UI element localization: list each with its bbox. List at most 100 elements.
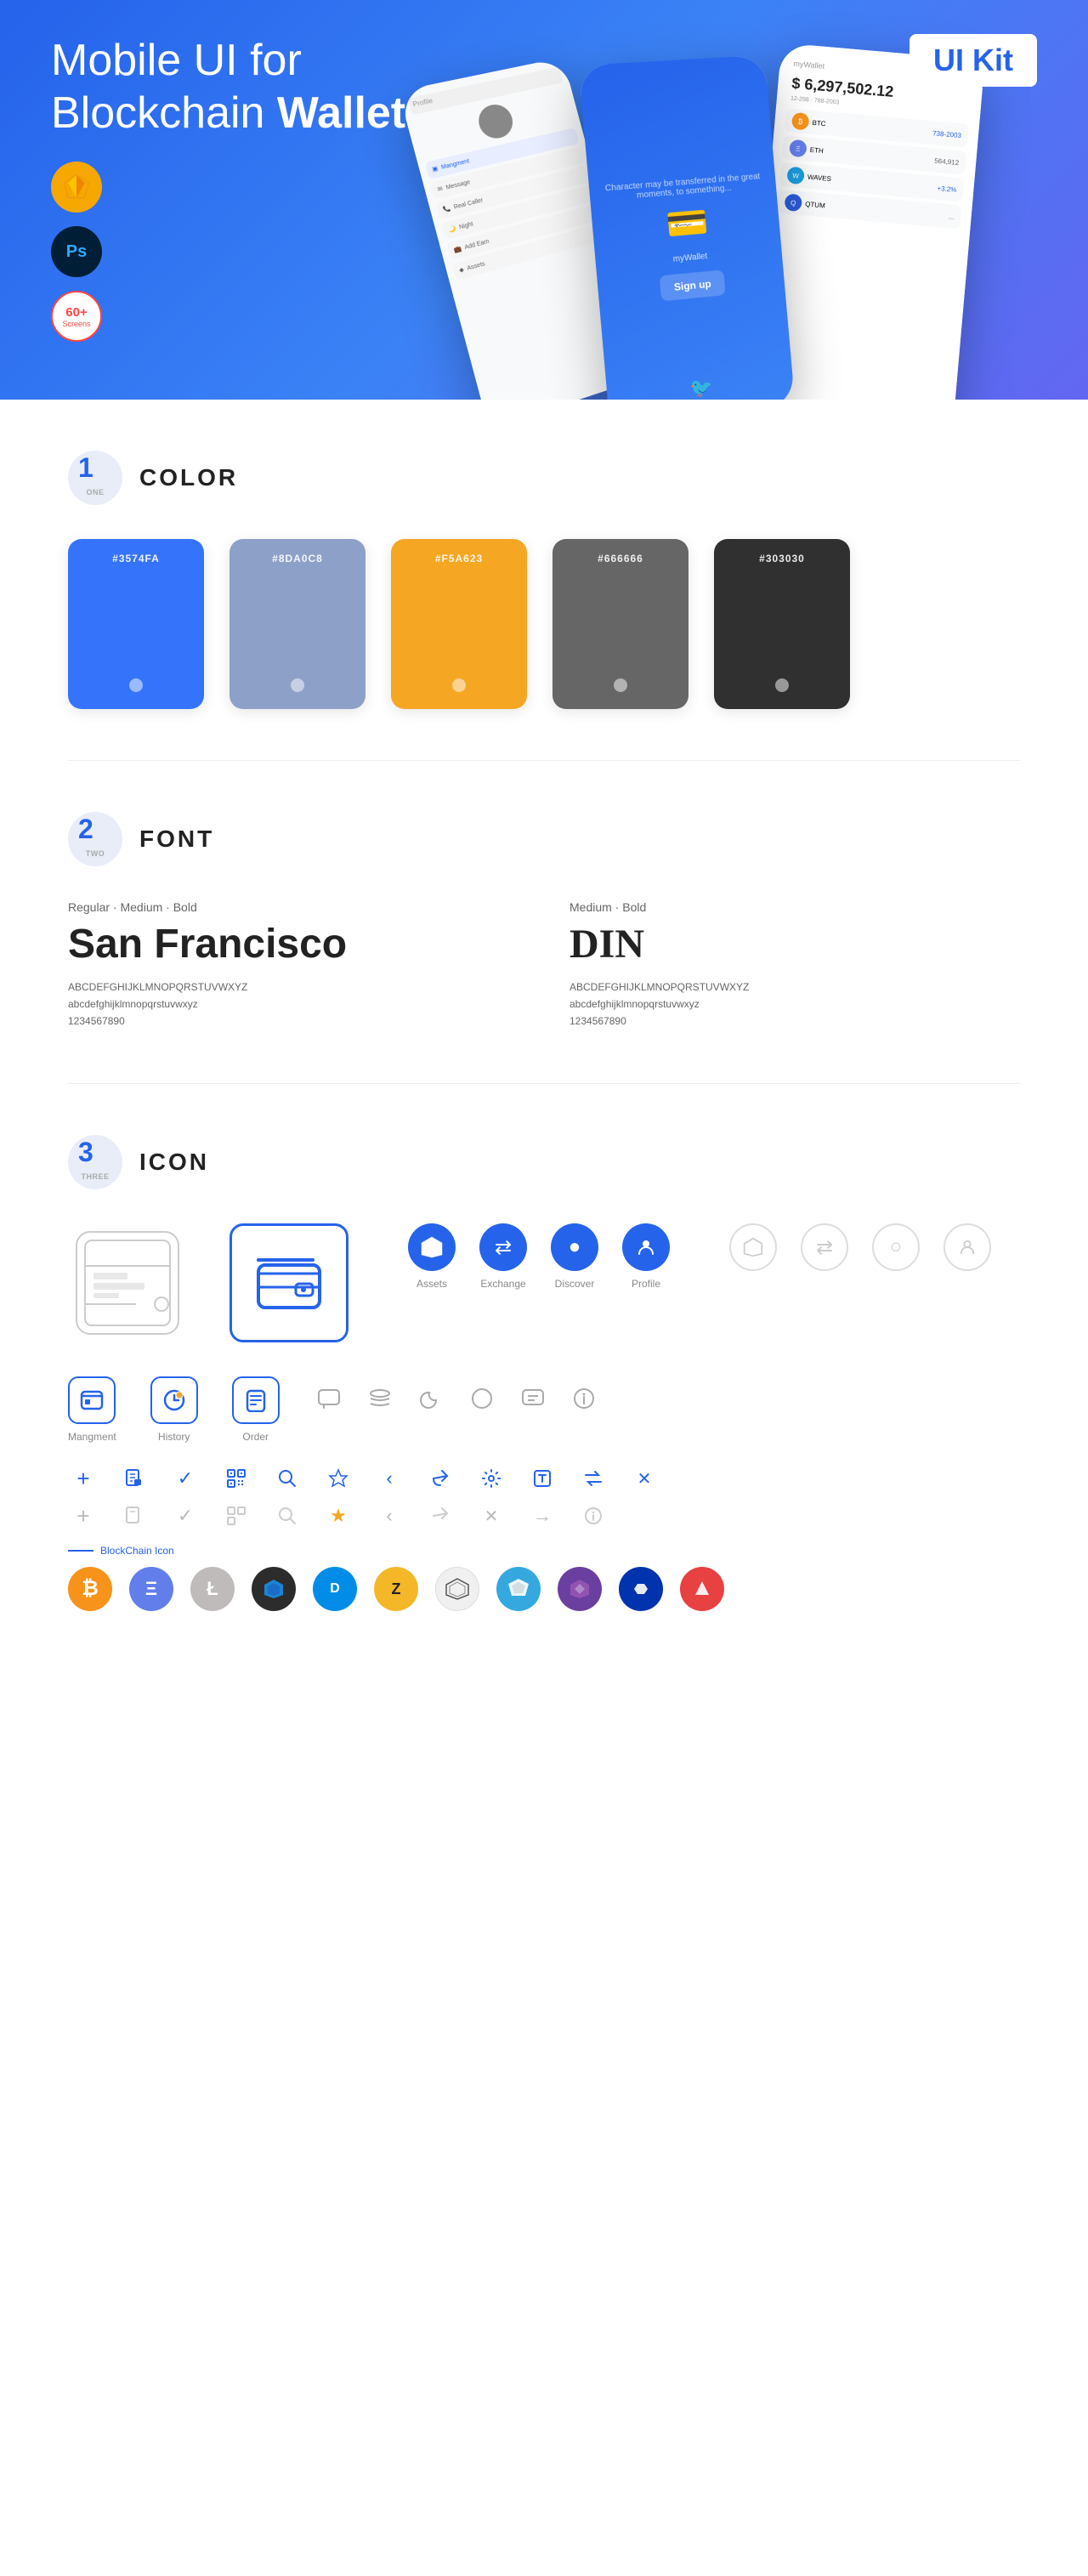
badges-group: Ps 60+ Screens xyxy=(51,162,102,342)
font-din-style: Medium · Bold xyxy=(570,900,1020,914)
history-label: History xyxy=(158,1431,190,1443)
exchange-icon: ⇄ xyxy=(479,1223,527,1271)
profile-label: Profile xyxy=(632,1278,660,1290)
circle-icon xyxy=(467,1383,497,1414)
avax-icon xyxy=(680,1567,724,1611)
ethereum-icon: Ξ xyxy=(129,1567,173,1611)
icon-order: Order xyxy=(232,1376,280,1443)
assets-icon xyxy=(408,1223,456,1271)
icon-history: History xyxy=(150,1376,198,1443)
font-din-name: DIN xyxy=(570,921,1020,967)
cardano-icon xyxy=(252,1567,296,1611)
font-sf-name: San Francisco xyxy=(68,921,518,967)
chat-icon xyxy=(314,1383,344,1414)
ui-kit-badge: UI Kit xyxy=(910,34,1037,87)
crypto-icons-group: ₿ Ξ Ł D Z xyxy=(68,1567,1020,1611)
exchange-label: Exchange xyxy=(480,1278,525,1290)
zcash-icon: Z xyxy=(374,1567,418,1611)
plus-icon: + xyxy=(68,1463,99,1494)
font-sf-numbers: 1234567890 xyxy=(68,1015,518,1027)
management-label: Mangment xyxy=(68,1431,116,1443)
ps-badge: Ps xyxy=(51,226,102,277)
layers-icon xyxy=(365,1383,395,1414)
order-icon xyxy=(232,1376,280,1424)
icon-exchange: ⇄ Exchange xyxy=(479,1223,527,1290)
icon-exchange-outline: ⇄ xyxy=(801,1223,848,1271)
swatch-dot xyxy=(129,678,143,692)
icon-profile: Profile xyxy=(622,1223,670,1290)
profile-outline-icon xyxy=(944,1223,991,1271)
swatch-blue: #3574FA xyxy=(68,539,204,709)
star-active-icon: ★ xyxy=(323,1501,354,1531)
font-grid: Regular · Medium · Bold San Francisco AB… xyxy=(68,900,1020,1032)
small-icons-row1: + ✓ ‹ ✕ xyxy=(68,1463,1020,1494)
icon-discover: ● Discover xyxy=(551,1223,598,1290)
check-gray-icon: ✓ xyxy=(170,1501,201,1531)
document-icon xyxy=(119,1463,150,1494)
star-icon xyxy=(323,1463,354,1494)
share-gray-icon xyxy=(425,1501,456,1531)
icon-title: ICON xyxy=(139,1149,209,1176)
dash-icon: D xyxy=(313,1567,357,1611)
font-title: FONT xyxy=(139,826,214,853)
qr-icon xyxy=(221,1463,252,1494)
swatch-orange: #F5A623 xyxy=(391,539,527,709)
qr-gray-icon xyxy=(221,1501,252,1531)
chat2-icon xyxy=(518,1383,548,1414)
bitcoin-icon: ₿ xyxy=(68,1567,112,1611)
icon-number-circle: 3 THREE xyxy=(68,1135,122,1189)
swatch-dot xyxy=(291,678,304,692)
icon-assets-outline xyxy=(729,1223,777,1271)
polygon-icon xyxy=(619,1567,663,1611)
assets-label: Assets xyxy=(416,1278,447,1290)
profile-icon xyxy=(622,1223,670,1271)
waves-icon xyxy=(496,1567,541,1611)
moon-icon xyxy=(416,1383,446,1414)
upload-icon xyxy=(527,1463,558,1494)
screens-badge: 60+ Screens xyxy=(51,291,102,342)
history-icon xyxy=(150,1376,198,1424)
hero-title: Mobile UI for Blockchain Wallet xyxy=(51,34,459,140)
document-gray-icon xyxy=(119,1501,150,1531)
settings-icon xyxy=(476,1463,507,1494)
blockchain-label: BlockChain Icon xyxy=(68,1545,1020,1557)
swatch-dot xyxy=(452,678,466,692)
management-icon xyxy=(68,1376,116,1424)
color-swatches-group: #3574FA #8DA0C8 #F5A623 #666666 #303030 xyxy=(68,539,1020,709)
sketch-badge xyxy=(51,162,102,213)
font-din-numbers: 1234567890 xyxy=(570,1015,1020,1027)
icon-profile-outline xyxy=(944,1223,991,1271)
swatch-dot xyxy=(614,678,627,692)
icon-wallet-blue xyxy=(230,1223,348,1342)
search-gray-icon xyxy=(272,1501,303,1531)
exchange-outline-icon: ⇄ xyxy=(801,1223,848,1271)
color-number-circle: 1 ONE xyxy=(68,451,122,505)
icon-discover-outline: ○ xyxy=(872,1223,920,1271)
font-din: Medium · Bold DIN ABCDEFGHIJKLMNOPQRSTUV… xyxy=(570,900,1020,1032)
close-gray-icon: ✕ xyxy=(476,1501,507,1531)
icon-wireframe-container xyxy=(68,1223,187,1342)
icon-section-header: 3 THREE ICON xyxy=(68,1135,1020,1189)
plus-gray-icon: + xyxy=(68,1501,99,1531)
font-sf-style: Regular · Medium · Bold xyxy=(68,900,518,914)
litecoin-icon: Ł xyxy=(190,1567,235,1611)
color-section: 1 ONE COLOR #3574FA #8DA0C8 #F5A623 #666… xyxy=(0,400,1088,760)
color-section-header: 1 ONE COLOR xyxy=(68,451,1020,505)
font-sf-upper: ABCDEFGHIJKLMNOPQRSTUVWXYZ xyxy=(68,981,518,993)
font-din-lower: abcdefghijklmnopqrstuvwxyz xyxy=(570,998,1020,1010)
font-din-upper: ABCDEFGHIJKLMNOPQRSTUVWXYZ xyxy=(570,981,1020,993)
stellar-icon xyxy=(435,1567,479,1611)
arrow-right-gray-icon: → xyxy=(527,1501,558,1531)
font-sf-lower: abcdefghijklmnopqrstuvwxyz xyxy=(68,998,518,1010)
icon-assets: Assets xyxy=(408,1223,456,1290)
discover-outline-icon: ○ xyxy=(872,1223,920,1271)
font-number-circle: 2 TWO xyxy=(68,812,122,866)
color-title: COLOR xyxy=(139,464,238,491)
small-icons-row2: + ✓ ★ ‹ ✕ → xyxy=(68,1501,1020,1531)
discover-icon: ● xyxy=(551,1223,598,1271)
close-icon: ✕ xyxy=(629,1463,660,1494)
share-icon xyxy=(425,1463,456,1494)
assets-outline-icon xyxy=(729,1223,777,1271)
font-section: 2 TWO FONT Regular · Medium · Bold San F… xyxy=(0,761,1088,1083)
chevron-left-icon: ‹ xyxy=(374,1463,405,1494)
